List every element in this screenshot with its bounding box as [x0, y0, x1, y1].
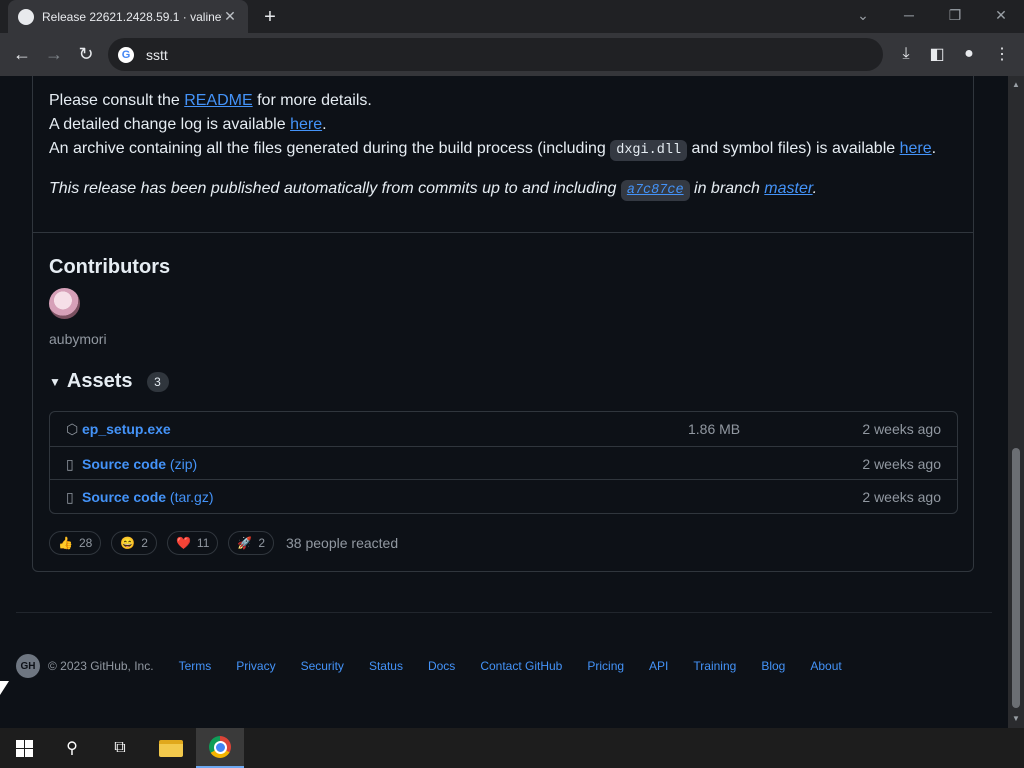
asset-row: ▯ Source code (zip) 2 weeks ago — [50, 446, 957, 481]
dxgi-code: dxgi.dll — [610, 140, 688, 161]
address-bar[interactable]: G sstt — [108, 38, 883, 71]
taskbar: ⚲ ⧉ — [0, 728, 1024, 768]
tab-search-icon[interactable]: ⌄ — [840, 0, 886, 30]
laugh-icon: 😄 — [120, 536, 136, 550]
assets-list: ⬡ ep_setup.exe 1.86 MB 2 weeks ago ▯ Sou… — [49, 411, 958, 514]
footer-link-security[interactable]: Security — [301, 659, 344, 673]
commit-link[interactable]: a7c87ce — [620, 180, 690, 201]
reaction-rocket[interactable]: 🚀 2 — [228, 531, 275, 555]
footer-copyright: © 2023 GitHub, Inc. — [48, 659, 154, 673]
footer: GH © 2023 GitHub, Inc. Terms Privacy Sec… — [16, 654, 867, 678]
back-arrow-icon[interactable]: ← — [8, 40, 36, 68]
forward-arrow-icon[interactable]: → — [40, 40, 68, 68]
side-panel-icon[interactable]: ◧ — [923, 40, 951, 68]
branch-link[interactable]: master — [764, 180, 812, 197]
footer-link-about[interactable]: About — [810, 659, 841, 673]
contributor-name[interactable]: aubymori — [49, 331, 107, 347]
footer-link-pricing[interactable]: Pricing — [587, 659, 624, 673]
asset-link[interactable]: ep_setup.exe — [82, 421, 171, 437]
archive-link[interactable]: here — [900, 140, 932, 157]
zip-file-icon: ▯ — [66, 488, 74, 505]
changelog-link[interactable]: here — [290, 116, 322, 133]
archive-line: An archive containing all the files gene… — [49, 140, 936, 161]
google-icon: G — [118, 46, 134, 63]
browser-tab[interactable]: Release 22621.2428.59.1 · valinet/ ✕ — [8, 0, 248, 33]
search-icon[interactable]: ⚲ — [48, 728, 96, 768]
zip-file-icon: ▯ — [66, 455, 74, 472]
asset-row: ⬡ ep_setup.exe 1.86 MB 2 weeks ago — [50, 412, 957, 446]
scrollbar-thumb[interactable] — [1012, 448, 1020, 708]
reaction-thumbs-up[interactable]: 👍 28 — [49, 531, 102, 555]
auto-publish-line: This release has been published automati… — [49, 180, 817, 201]
tab-title: Release 22621.2428.59.1 · valinet/ — [42, 9, 222, 24]
scroll-down-icon[interactable]: ▼ — [1012, 714, 1020, 723]
readme-link[interactable]: README — [184, 92, 252, 109]
task-view-icon[interactable]: ⧉ — [96, 728, 144, 768]
reaction-laugh[interactable]: 😄 2 — [111, 531, 157, 555]
readme-line: Please consult the README for more detai… — [49, 92, 372, 109]
vertical-scrollbar[interactable]: ▲ ▼ — [1008, 76, 1024, 728]
close-tab-icon[interactable]: ✕ — [222, 8, 238, 25]
asset-date: 2 weeks ago — [862, 456, 941, 472]
assets-toggle[interactable]: ▼ Assets 3 — [49, 370, 169, 393]
asset-link[interactable]: Source code (tar.gz) — [82, 489, 214, 505]
reaction-heart[interactable]: ❤️ 11 — [166, 531, 219, 555]
profile-icon[interactable]: ● — [955, 40, 983, 68]
contributors-heading: Contributors — [49, 256, 171, 278]
asset-row: ▯ Source code (tar.gz) 2 weeks ago — [50, 479, 957, 514]
asset-date: 2 weeks ago — [862, 421, 941, 437]
heart-icon: ❤️ — [175, 536, 191, 550]
footer-link-contact[interactable]: Contact GitHub — [480, 659, 562, 673]
menu-icon[interactable]: ⋮ — [988, 40, 1016, 68]
download-icon[interactable]: ⤓ — [892, 40, 920, 68]
rocket-icon: 🚀 — [237, 536, 253, 550]
asset-link[interactable]: Source code (zip) — [82, 456, 197, 472]
footer-link-status[interactable]: Status — [369, 659, 403, 673]
footer-link-blog[interactable]: Blog — [761, 659, 785, 673]
file-explorer-icon[interactable] — [147, 728, 195, 768]
close-window-button[interactable]: ✕ — [978, 0, 1024, 30]
asset-date: 2 weeks ago — [862, 489, 941, 505]
scroll-up-icon[interactable]: ▲ — [1012, 80, 1020, 89]
footer-link-training[interactable]: Training — [693, 659, 736, 673]
page-content: Please consult the README for more detai… — [0, 76, 1008, 728]
address-text: sstt — [146, 46, 168, 63]
contributor-avatar[interactable] — [49, 288, 80, 319]
chrome-icon[interactable] — [196, 728, 244, 768]
footer-link-terms[interactable]: Terms — [179, 659, 212, 673]
thumbs-up-icon: 👍 — [58, 536, 73, 550]
new-tab-button[interactable]: + — [258, 5, 282, 29]
changelog-line: A detailed change log is available here. — [49, 116, 327, 133]
reactions-summary[interactable]: 38 people reacted — [286, 535, 398, 551]
footer-link-privacy[interactable]: Privacy — [236, 659, 275, 673]
footer-link-api[interactable]: API — [649, 659, 668, 673]
footer-divider — [16, 612, 992, 613]
reload-icon[interactable]: ↻ — [72, 40, 100, 68]
tab-strip: Release 22621.2428.59.1 · valinet/ ✕ + ⌄… — [0, 0, 1024, 33]
mouse-cursor — [0, 681, 9, 695]
footer-link-docs[interactable]: Docs — [428, 659, 455, 673]
assets-heading: Assets — [66, 370, 133, 392]
github-logo-icon[interactable]: GH — [16, 654, 40, 678]
minimize-button[interactable]: ─ — [886, 0, 932, 30]
caret-down-icon: ▼ — [49, 374, 61, 389]
reactions-bar: 👍 28 😄 2 ❤️ 11 🚀 2 38 people reacted — [49, 531, 398, 555]
asset-size: 1.86 MB — [688, 421, 741, 437]
windows-start-icon[interactable] — [0, 728, 48, 768]
browser-toolbar: ← → ↻ G sstt ⤓ ◧ ● ⋮ — [0, 33, 1024, 76]
restore-button[interactable]: ❐ — [932, 0, 978, 30]
package-icon: ⬡ — [66, 420, 79, 437]
assets-count-badge: 3 — [146, 371, 169, 392]
github-favicon-icon — [18, 8, 34, 25]
section-divider — [33, 232, 973, 233]
